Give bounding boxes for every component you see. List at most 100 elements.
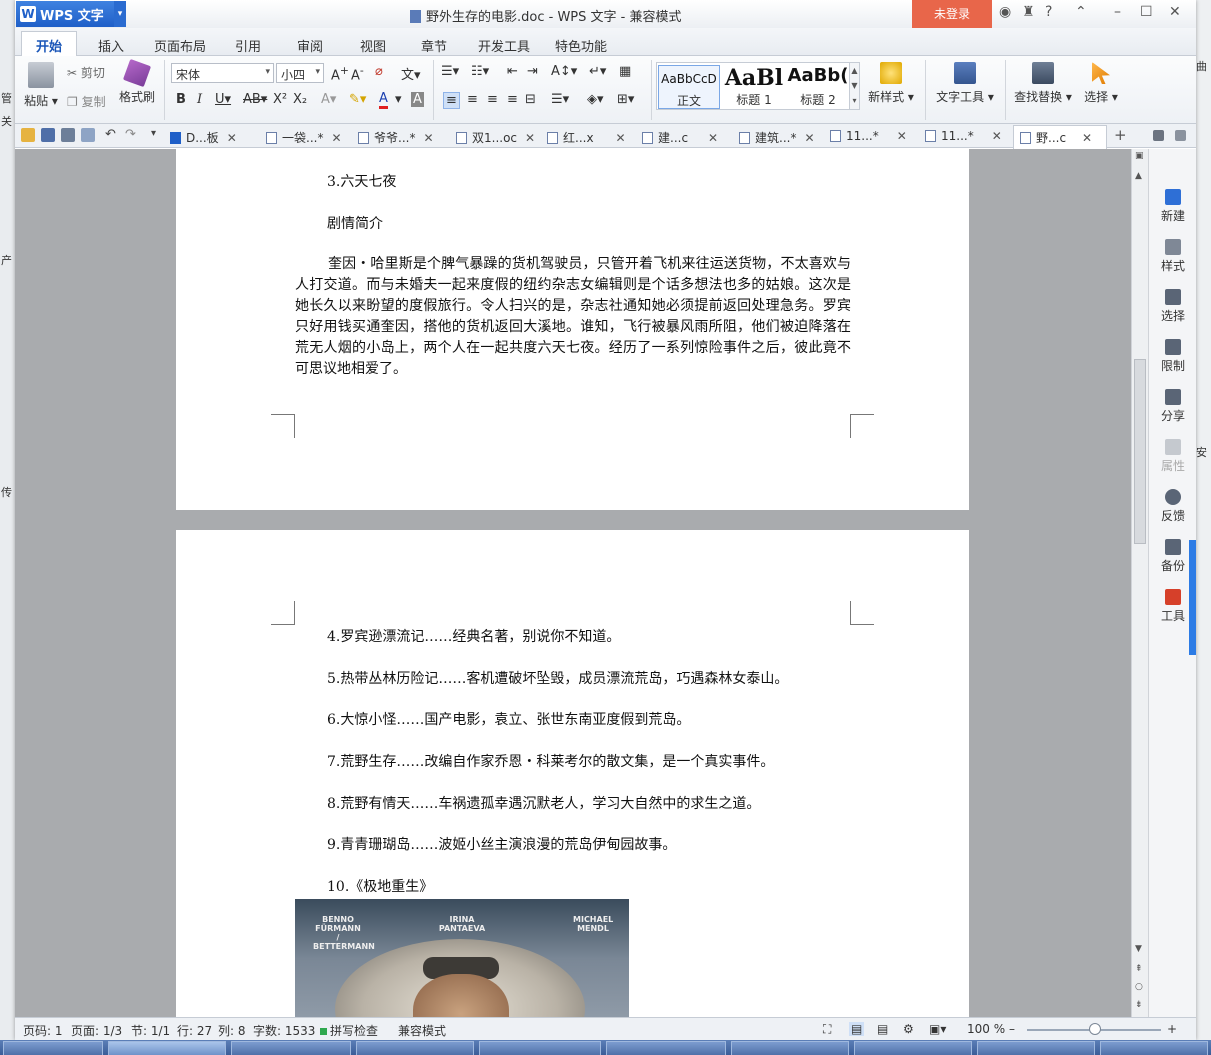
page-view-icon[interactable]: ▤ bbox=[849, 1022, 865, 1036]
outline-view-icon[interactable]: ▤ bbox=[877, 1022, 888, 1036]
shrink-font-icon[interactable]: A- bbox=[351, 64, 364, 83]
show-marks-icon[interactable]: ↵▾ bbox=[589, 64, 606, 79]
scroll-thumb[interactable] bbox=[1134, 359, 1146, 544]
list-item[interactable]: 4.罗宾逊漂流记……经典名著，别说你不知道。 bbox=[327, 626, 620, 646]
new-style-button[interactable]: 新样式 ▾ bbox=[865, 62, 917, 105]
save-icon[interactable] bbox=[41, 128, 55, 142]
shading-icon[interactable]: ◈▾ bbox=[587, 92, 604, 107]
highlight-icon[interactable]: ✎▾ bbox=[349, 92, 366, 107]
superscript-icon[interactable]: X² bbox=[273, 92, 287, 107]
close-icon[interactable]: ✕ bbox=[227, 131, 237, 145]
collapse-ribbon-icon[interactable]: ⌃ bbox=[1075, 4, 1087, 20]
format-painter-button[interactable]: 格式刷 bbox=[117, 58, 157, 105]
ruler-toggle-icon[interactable]: ▣ bbox=[1135, 151, 1144, 161]
strikethrough-icon[interactable]: AB▾ bbox=[243, 92, 267, 107]
menu-developer[interactable]: 开发工具 bbox=[478, 36, 530, 55]
copy-button[interactable]: ❐ 复制 bbox=[67, 93, 106, 110]
underline-icon[interactable]: U▾ bbox=[215, 92, 231, 107]
panel-new[interactable]: 新建 bbox=[1149, 189, 1197, 224]
tab-menu-icon[interactable] bbox=[1175, 130, 1186, 141]
doc-tab-active[interactable]: 野...c ✕ bbox=[1013, 125, 1107, 149]
doc-tab[interactable]: 红...x ✕ bbox=[547, 126, 626, 148]
menu-page-layout[interactable]: 页面布局 bbox=[154, 36, 206, 55]
doc-tab[interactable]: 一袋...* ✕ bbox=[266, 126, 342, 148]
login-button[interactable]: 未登录 bbox=[912, 0, 992, 28]
chevron-down-icon[interactable]: ▾ bbox=[395, 92, 402, 107]
align-left-icon[interactable]: ≡ bbox=[443, 92, 460, 109]
numbering-icon[interactable]: ☷▾ bbox=[471, 64, 489, 79]
shirt-icon[interactable]: ♜ bbox=[1022, 4, 1035, 20]
taskbar-item[interactable] bbox=[731, 1041, 849, 1055]
paste-button[interactable]: 粘贴 ▾ bbox=[21, 62, 61, 109]
taskbar-item[interactable] bbox=[108, 1041, 226, 1055]
style-heading-2[interactable]: AaBb( 标题 2 bbox=[787, 65, 849, 109]
doc-heading[interactable]: 3.六天七夜 bbox=[327, 171, 396, 191]
justify-icon[interactable]: ≡ bbox=[507, 92, 518, 107]
taskbar-item[interactable] bbox=[479, 1041, 601, 1055]
bold-icon[interactable]: B bbox=[176, 92, 186, 107]
cut-button[interactable]: ✂ 剪切 bbox=[67, 64, 105, 81]
indent-icon[interactable]: ⇥ bbox=[527, 64, 538, 79]
reading-view-icon[interactable]: ▣▾ bbox=[929, 1022, 946, 1036]
list-item[interactable]: 8.荒野有情天……车祸遗孤幸遇沉默老人，学习大自然中的求生之道。 bbox=[327, 793, 760, 813]
bullets-icon[interactable]: ☰▾ bbox=[441, 64, 459, 79]
zoom-in-icon[interactable]: + bbox=[1167, 1022, 1177, 1036]
align-right-icon[interactable]: ≡ bbox=[487, 92, 498, 107]
doc-tab[interactable]: 11...* ✕ bbox=[925, 126, 1002, 148]
doc-tab[interactable]: 爷爷...* ✕ bbox=[358, 126, 434, 148]
font-name-select[interactable]: 宋体 ▾ bbox=[171, 63, 274, 83]
distribute-icon[interactable]: ⊟ bbox=[525, 92, 536, 107]
list-item[interactable]: 7.荒野生存……改编自作家乔恩・科莱考尔的散文集，是一个真实事件。 bbox=[327, 751, 774, 771]
font-color-icon[interactable]: A bbox=[379, 92, 388, 109]
menu-features[interactable]: 特色功能 bbox=[555, 36, 607, 55]
panel-properties[interactable]: 属性 bbox=[1149, 439, 1197, 474]
grow-font-icon[interactable]: A+ bbox=[331, 64, 349, 83]
find-replace-button[interactable]: 查找替换 ▾ bbox=[1011, 62, 1075, 105]
chevron-down-icon[interactable]: ▾ bbox=[151, 128, 156, 139]
char-shading-icon[interactable]: A bbox=[411, 92, 424, 107]
close-icon[interactable]: ✕ bbox=[423, 131, 433, 145]
taskbar-item[interactable] bbox=[3, 1041, 103, 1055]
vertical-scrollbar[interactable]: ▣ ▲ ▼ ⇞ ○ ⇟ bbox=[1131, 149, 1148, 1017]
doc-tab[interactable]: D...板 ✕ bbox=[170, 126, 237, 148]
style-scroll[interactable]: ▲ ▼ ▾ bbox=[849, 62, 860, 110]
style-normal[interactable]: AaBbCcD 正文 bbox=[658, 65, 720, 109]
app-menu-button[interactable]: W WPS 文字 ▾ bbox=[16, 1, 126, 27]
skin-icon[interactable]: ◉ bbox=[999, 4, 1011, 20]
list-item[interactable]: 9.青青珊瑚岛……波姬小丝主演浪漫的荒岛伊甸园故事。 bbox=[327, 834, 676, 854]
maximize-button[interactable]: ☐ bbox=[1140, 4, 1153, 20]
panel-share[interactable]: 分享 bbox=[1149, 389, 1197, 424]
taskbar-item[interactable] bbox=[606, 1041, 726, 1055]
style-heading-1[interactable]: AaBl 标题 1 bbox=[723, 65, 785, 109]
status-word-count[interactable]: 字数: 1533 bbox=[253, 1022, 315, 1039]
close-icon[interactable]: ✕ bbox=[525, 131, 535, 145]
undo-icon[interactable]: ↶ bbox=[105, 127, 116, 142]
zoom-slider-knob[interactable] bbox=[1089, 1023, 1101, 1035]
select-button[interactable]: 选择 ▾ bbox=[1079, 62, 1123, 105]
panel-style[interactable]: 样式 bbox=[1149, 239, 1197, 274]
text-effect-icon[interactable]: A▾ bbox=[321, 92, 336, 107]
close-icon[interactable]: ✕ bbox=[992, 129, 1002, 143]
clear-format-icon[interactable]: ⌀ bbox=[375, 64, 383, 79]
align-center-icon[interactable]: ≡ bbox=[467, 92, 478, 107]
scroll-up-icon[interactable]: ▲ bbox=[1135, 171, 1142, 181]
spell-check-toggle[interactable]: 拼写检查 bbox=[320, 1022, 378, 1039]
doc-tab[interactable]: 11...* ✕ bbox=[830, 126, 907, 148]
doc-tab[interactable]: 双1...oc ✕ bbox=[456, 126, 535, 148]
close-icon[interactable]: ✕ bbox=[804, 131, 814, 145]
line-spacing-icon[interactable]: ☰▾ bbox=[551, 92, 569, 107]
taskbar-item[interactable] bbox=[854, 1041, 972, 1055]
close-icon[interactable]: ✕ bbox=[1082, 131, 1092, 145]
menu-view[interactable]: 视图 bbox=[360, 36, 386, 55]
table-grid-icon[interactable]: ▦ bbox=[619, 64, 631, 79]
borders-icon[interactable]: ⊞▾ bbox=[617, 92, 634, 107]
fullscreen-icon[interactable]: ⛶ bbox=[823, 1022, 831, 1037]
scroll-down-icon[interactable]: ▼ bbox=[1135, 944, 1142, 954]
tab-list-icon[interactable] bbox=[1153, 130, 1164, 141]
doc-tab[interactable]: 建筑...* ✕ bbox=[739, 126, 815, 148]
menu-review[interactable]: 审阅 bbox=[297, 36, 323, 55]
list-item[interactable]: 5.热带丛林历险记……客机遭破坏坠毁，成员漂流荒岛，巧遇森林女泰山。 bbox=[327, 668, 788, 688]
taskbar-item[interactable] bbox=[231, 1041, 351, 1055]
list-item[interactable]: 10.《极地重生》 bbox=[327, 876, 433, 896]
doc-tab[interactable]: 建...c ✕ bbox=[642, 126, 718, 148]
